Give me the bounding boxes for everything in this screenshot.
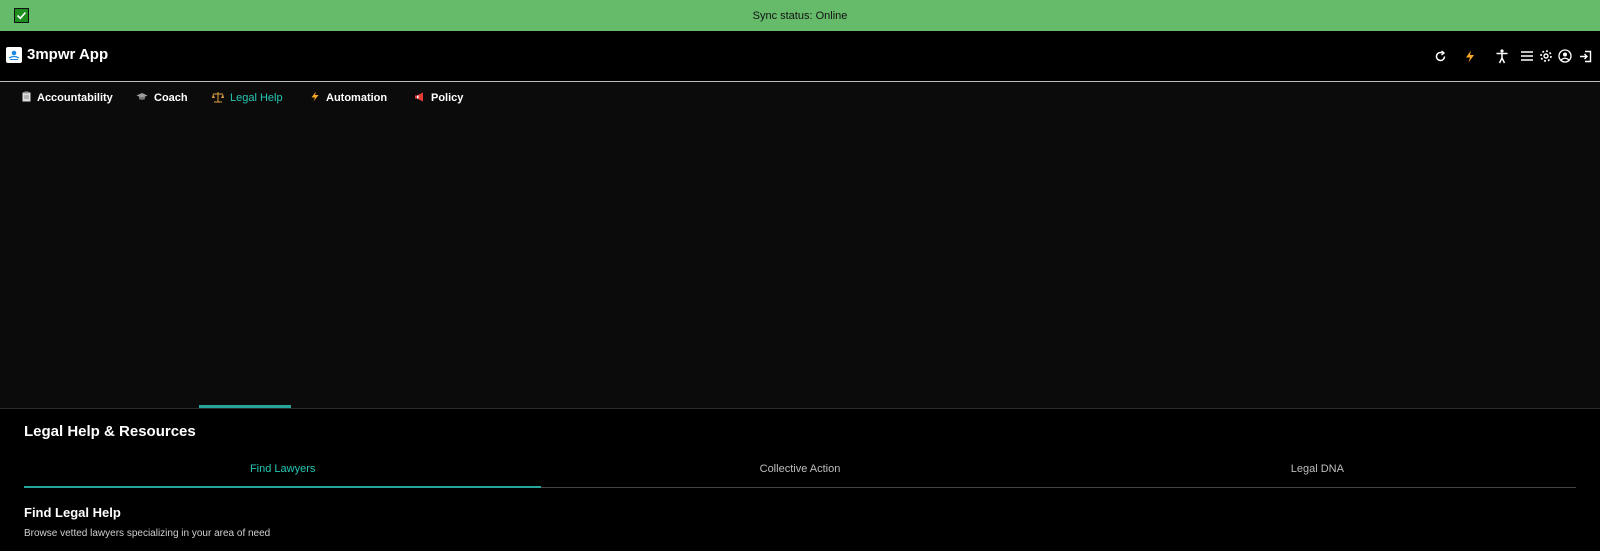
- menu-icon[interactable]: [1519, 48, 1535, 64]
- app-header: 3mpwr App: [0, 31, 1600, 82]
- subtab-legal-dna[interactable]: Legal DNA: [1059, 455, 1576, 487]
- checkbox-checked-icon: [14, 8, 29, 23]
- megaphone-icon: [414, 92, 425, 105]
- tab-label: Accountability: [37, 92, 113, 104]
- refresh-icon[interactable]: [1432, 48, 1448, 64]
- app-title: 3mpwr App: [27, 46, 109, 63]
- settings-icon[interactable]: [1538, 48, 1554, 64]
- find-legal-help-title: Find Legal Help: [24, 505, 121, 520]
- tab-label: Policy: [431, 92, 464, 104]
- clipboard-icon: [22, 91, 31, 105]
- tab-label: Legal Help: [230, 92, 283, 104]
- section-title: Legal Help & Resources: [24, 423, 196, 440]
- sync-status-bar: Sync status: Online: [0, 0, 1600, 31]
- active-tab-indicator: [199, 405, 291, 408]
- find-legal-help-subtitle: Browse vetted lawyers specializing in yo…: [24, 528, 271, 539]
- graduation-cap-icon: [136, 92, 148, 104]
- tab-policy[interactable]: Policy: [414, 90, 463, 106]
- account-icon[interactable]: [1557, 48, 1573, 64]
- tab-automation[interactable]: Automation: [310, 90, 387, 106]
- sub-tabs: Find Lawyers Collective Action Legal DNA: [24, 455, 1576, 488]
- subtab-collective-action[interactable]: Collective Action: [541, 455, 1058, 487]
- tab-accountability[interactable]: Accountability: [22, 90, 113, 106]
- tab-coach[interactable]: Coach: [136, 90, 188, 106]
- subtab-find-lawyers[interactable]: Find Lawyers: [24, 455, 542, 488]
- sync-status-text: Sync status: Online: [752, 9, 848, 22]
- tab-legal-help[interactable]: Legal Help: [212, 90, 283, 106]
- tab-label: Automation: [326, 92, 388, 104]
- logout-icon[interactable]: [1577, 48, 1593, 64]
- scales-icon: [212, 91, 224, 106]
- app-logo-icon: [6, 47, 22, 63]
- tab-label: Coach: [154, 92, 188, 104]
- main-tabs-area: Accountability Coach Legal Help Automati…: [0, 82, 1600, 409]
- lightning-icon: [310, 91, 320, 105]
- lightning-icon[interactable]: [1462, 48, 1478, 64]
- accessibility-icon[interactable]: [1494, 48, 1510, 64]
